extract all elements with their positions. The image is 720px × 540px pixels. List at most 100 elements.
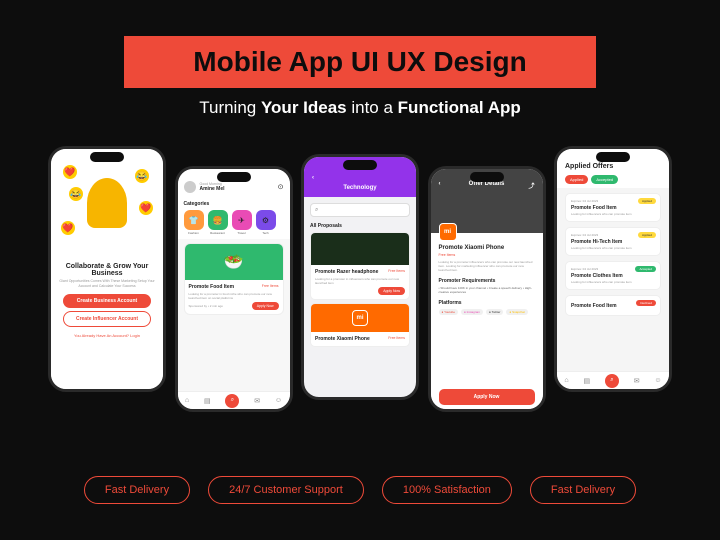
- list-icon[interactable]: ▤: [583, 377, 590, 385]
- category-fashion[interactable]: 👕: [184, 210, 204, 230]
- inbox-icon[interactable]: ✉: [634, 377, 640, 385]
- req-list: • Should have 100K in your channel • Cre…: [439, 286, 535, 295]
- phone-offers: Applied Offers Applied Accepted Expires:…: [554, 146, 672, 392]
- subtitle-mid: into a: [347, 98, 398, 117]
- notch: [217, 172, 251, 182]
- categories-section: Categories 👕Fashion🍔Restaurant✈Travel⚙Te…: [178, 197, 290, 239]
- nav-bar: ⌂ ▤ ⌕ ✉ ☺: [557, 371, 669, 389]
- platform-chip: ● Youtube: [439, 309, 459, 315]
- category-restaurant[interactable]: 🍔: [208, 210, 228, 230]
- category-travel[interactable]: ✈: [232, 210, 252, 230]
- create-influencer-button[interactable]: Create Influencer Account: [63, 311, 151, 327]
- detail-tag: Free Items: [439, 253, 535, 257]
- search-icon[interactable]: ⌕: [605, 374, 619, 388]
- card-title: Promote Razer headphone: [315, 269, 378, 275]
- phone-home: Good Morning Amine Mel ⊙ Categories 👕Fas…: [175, 166, 293, 412]
- avatar[interactable]: [184, 181, 196, 193]
- offer-desc: Looking for influencers who can promote …: [571, 246, 655, 250]
- search-input[interactable]: ⌕: [310, 203, 410, 217]
- status-badge: Applied: [638, 198, 656, 204]
- home-icon[interactable]: ⌂: [564, 377, 568, 384]
- category-title: Technology: [343, 185, 376, 191]
- offers-title: Applied Offers: [565, 163, 661, 170]
- card-meta: Sponsored by • 2 min ago: [189, 304, 223, 308]
- status-badge: Declined: [636, 300, 656, 306]
- offer-title: Promote Hi-Tech Item: [571, 239, 655, 245]
- chip-applied[interactable]: Applied: [565, 175, 588, 184]
- offer-title: Promote Clothes Item: [571, 273, 655, 279]
- status-badge: Applied: [638, 232, 656, 238]
- feature-pill: Fast Delivery: [84, 476, 190, 504]
- onboarding-hero: ❤️ 😂 😂 ❤️ ❤️: [51, 149, 163, 257]
- notch: [90, 152, 124, 162]
- offer-desc: Looking for influencers who can promote …: [571, 212, 655, 216]
- notification-icon[interactable]: ⊙: [278, 183, 284, 191]
- detail-title: Promote Xiaomi Phone: [439, 245, 535, 251]
- platform-chip: ● Instagram: [461, 309, 483, 315]
- status-badge: Accepted: [635, 266, 656, 272]
- offer-card[interactable]: Expires: 04 Jul 2023Promote Hi-Tech Item…: [565, 227, 661, 256]
- subtitle: Turning Your Ideas into a Functional App: [0, 98, 720, 118]
- hero-person: [87, 178, 127, 228]
- search-icon[interactable]: ⌕: [225, 394, 239, 408]
- login-link[interactable]: Login: [130, 333, 140, 338]
- apply-button[interactable]: Apply Now: [378, 287, 405, 295]
- feature-pill: 24/7 Customer Support: [208, 476, 364, 504]
- platforms-label: Platforms: [439, 300, 535, 306]
- categories-label: Categories: [184, 201, 284, 207]
- apply-button[interactable]: Apply Now: [252, 302, 279, 310]
- back-icon[interactable]: ‹: [439, 181, 441, 187]
- proposal-card[interactable]: Promote Razer headphone Free Items Looki…: [310, 232, 410, 300]
- home-icon[interactable]: ⌂: [185, 397, 189, 404]
- heart-emoji: ❤️: [139, 201, 153, 215]
- apply-button[interactable]: Apply Now: [439, 389, 535, 405]
- subtitle-b1: Your Ideas: [261, 98, 347, 117]
- card-title: Promote Xiaomi Phone: [315, 336, 370, 342]
- nav-bar: ⌂ ▤ ⌕ ✉ ☺: [178, 391, 290, 409]
- category-tech[interactable]: ⚙: [256, 210, 276, 230]
- category-label: Fashion: [184, 231, 204, 235]
- offer-card[interactable]: Expires: 04 Jul 2023Promote Food ItemLoo…: [565, 193, 661, 222]
- req-label: Promoter Requirements: [439, 278, 535, 284]
- detail-body: Promote Xiaomi Phone Free Items Looking …: [431, 233, 543, 409]
- onboarding-sub: Giant Opportunities Comes With These Mar…: [57, 279, 157, 288]
- chip-accepted[interactable]: Accepted: [591, 175, 618, 184]
- notch: [343, 160, 377, 170]
- category-label: Travel: [232, 231, 252, 235]
- proposal-card[interactable]: mi Promote Xiaomi Phone Free Items: [310, 303, 410, 347]
- inbox-icon[interactable]: ✉: [254, 397, 260, 405]
- create-business-button[interactable]: Create Business Account: [63, 294, 151, 308]
- onboarding-body: Collaborate & Grow Your Business Giant O…: [51, 257, 163, 389]
- heart-emoji: ❤️: [63, 165, 77, 179]
- card-desc: Looking for a promoter in food niche who…: [189, 292, 279, 300]
- platform-chip: ● Twitter: [486, 309, 503, 315]
- laugh-emoji: 😂: [69, 187, 83, 201]
- card-tag: Free Items: [388, 269, 405, 275]
- heart-emoji: ❤️: [61, 221, 75, 235]
- features-row: Fast Delivery 24/7 Customer Support 100%…: [0, 476, 720, 504]
- notch: [470, 172, 504, 182]
- phone-category: ‹ Technology ⌕ All Proposals Promote Raz…: [301, 154, 419, 400]
- offer-title: Promote Food Item: [571, 205, 655, 211]
- mi-logo: mi: [439, 223, 457, 241]
- proposal-card[interactable]: 🥗 Promote Food Item Free Items Looking f…: [184, 243, 284, 315]
- section-label: All Proposals: [304, 223, 416, 229]
- back-icon[interactable]: ‹: [312, 175, 314, 181]
- hero-banner: Mobile App UI UX Design: [124, 36, 596, 88]
- offer-card[interactable]: Expires: 04 Jul 2023Promote Clothes Item…: [565, 261, 661, 290]
- profile-icon[interactable]: ☺: [654, 377, 661, 384]
- profile-icon[interactable]: ☺: [275, 397, 282, 404]
- share-icon[interactable]: ⤴: [528, 181, 534, 190]
- feature-pill: Fast Delivery: [530, 476, 636, 504]
- onboarding-heading: Collaborate & Grow Your Business: [57, 263, 157, 277]
- offer-desc: Looking for influencers who can promote …: [571, 280, 655, 284]
- phone-showcase: ❤️ 😂 😂 ❤️ ❤️ Collaborate & Grow Your Bus…: [48, 146, 672, 436]
- phone-detail: ‹Offer Details⤴ mi Promote Xiaomi Phone …: [428, 166, 546, 412]
- detail-desc: Looking for a promoter influencers who c…: [439, 260, 535, 273]
- list-icon[interactable]: ▤: [204, 397, 211, 405]
- card-tag: Free Items: [262, 284, 279, 290]
- card-title: Promote Food Item: [189, 284, 235, 290]
- category-label: Restaurant: [208, 231, 228, 235]
- laugh-emoji: 😂: [135, 169, 149, 183]
- offer-card[interactable]: Promote Food ItemDeclined: [565, 295, 661, 316]
